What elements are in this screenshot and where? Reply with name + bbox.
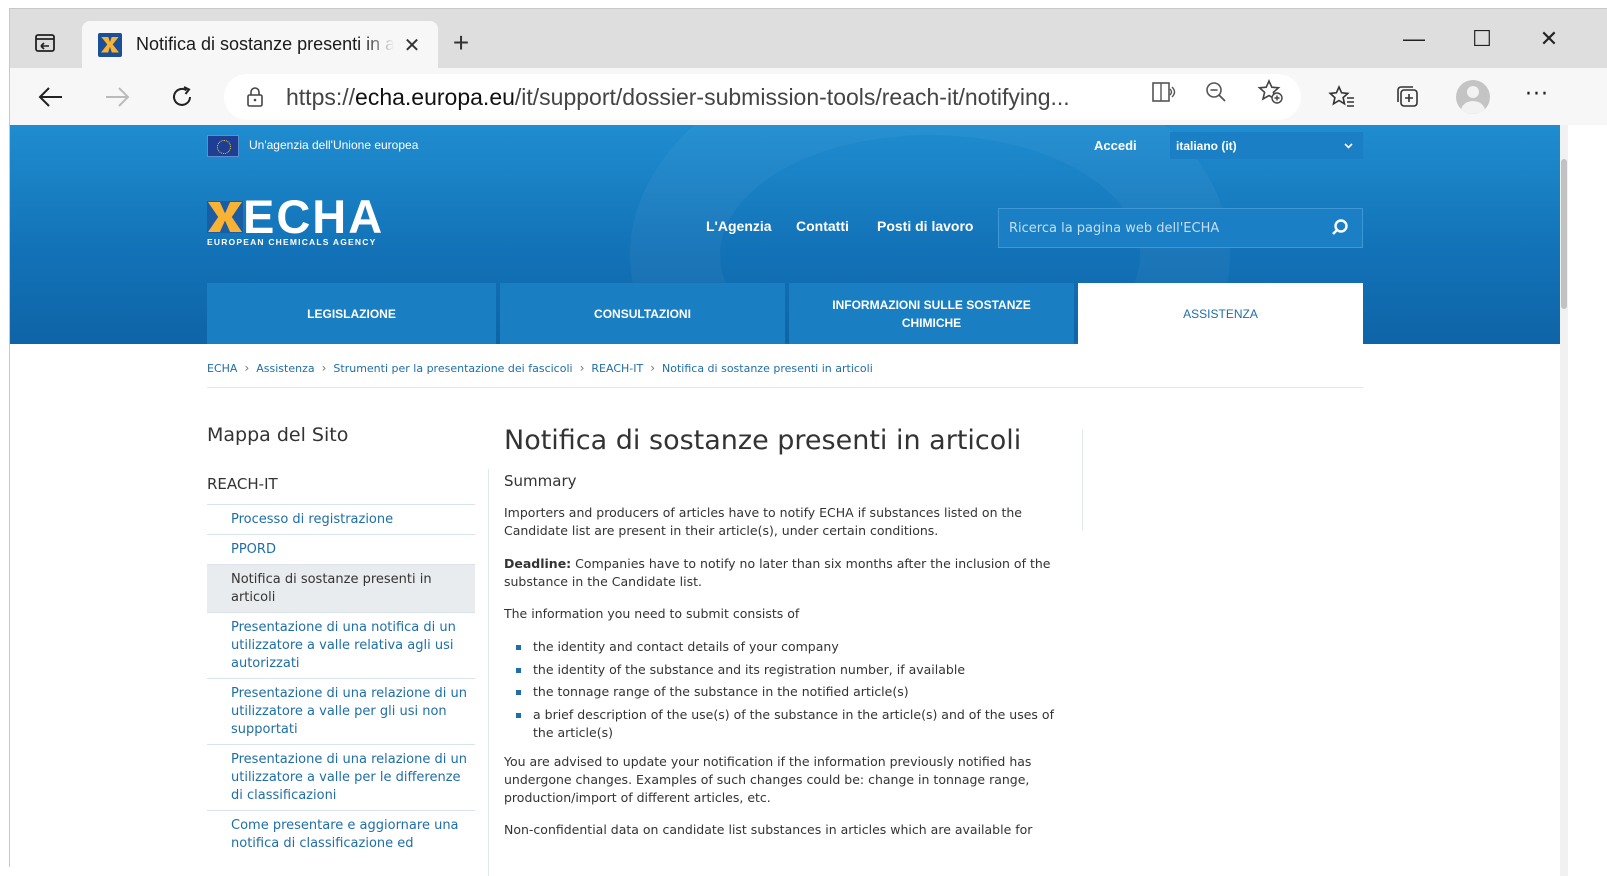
sidebar-section-title[interactable]: REACH-IT xyxy=(207,475,278,493)
zoom-out-icon[interactable] xyxy=(1202,78,1230,106)
search-icon[interactable] xyxy=(1330,218,1350,238)
divider xyxy=(207,387,1363,388)
sidebar-item-registration[interactable]: Processo di registrazione xyxy=(207,504,475,534)
sidebar-item-pp-ord[interactable]: PPORD xyxy=(207,534,475,564)
close-icon[interactable]: ✕ xyxy=(400,33,424,57)
tab-bar: Notifica di sostanze presenti in articol… xyxy=(10,9,1607,68)
deadline-paragraph: Deadline: Companies have to notify no la… xyxy=(504,555,1074,591)
sidebar-title: Mappa del Sito xyxy=(207,424,349,446)
back-arrow-icon[interactable] xyxy=(34,80,68,114)
sidebar-item-substances-in-articles[interactable]: Notifica di sostanze presenti in articol… xyxy=(207,564,475,612)
main-content: Notifica di sostanze presenti in articol… xyxy=(504,424,1074,839)
echa-favicon-icon xyxy=(98,32,122,57)
divider xyxy=(1082,430,1083,530)
language-select[interactable]: italiano (it) xyxy=(1170,132,1363,159)
nav-link-contacts[interactable]: Contatti xyxy=(796,218,849,234)
page-title: Notifica di sostanze presenti in articol… xyxy=(504,425,1022,456)
browser-toolbar: https://echa.europa.eu/it/support/dossie… xyxy=(10,68,1607,125)
more-icon[interactable]: ··· xyxy=(1525,82,1549,107)
login-link[interactable]: Accedi xyxy=(1094,138,1137,153)
list-item: a brief description of the use(s) of the… xyxy=(516,706,1074,742)
language-value: italiano (it) xyxy=(1176,138,1237,153)
favorites-icon[interactable] xyxy=(1326,81,1358,113)
summary-heading: Summary xyxy=(504,472,577,490)
deadline-text: Companies have to notify no later than s… xyxy=(504,556,1051,589)
non-confidential-paragraph: Non-confidential data on candidate list … xyxy=(504,821,1033,837)
sidebar-item-cl-notification[interactable]: Come presentare e aggiornare una notific… xyxy=(207,810,475,858)
minimize-icon[interactable]: — xyxy=(1392,23,1436,55)
site-search-input[interactable]: Ricerca la pagina web dell'ECHA xyxy=(998,208,1363,248)
divider xyxy=(488,469,489,876)
logo-subtitle: EUROPEAN CHEMICALS AGENCY xyxy=(207,237,377,247)
sidebar-list: Processo di registrazione PPORD Notifica… xyxy=(207,504,475,858)
tab-legislation[interactable]: LEGISLAZIONE xyxy=(207,283,496,344)
echa-logo-mark-icon xyxy=(207,201,243,233)
add-favorite-icon[interactable] xyxy=(1257,78,1285,106)
eu-flag-icon xyxy=(207,135,239,157)
breadcrumb-item[interactable]: REACH-IT xyxy=(591,362,643,375)
breadcrumb-item[interactable]: ECHA xyxy=(207,362,237,375)
deadline-label: Deadline: xyxy=(504,556,572,571)
sidebar-item-du-authorised-uses[interactable]: Presentazione di una notifica di un util… xyxy=(207,612,475,678)
list-item: the identity of the substance and its re… xyxy=(516,661,1074,679)
echa-logo[interactable]: ECHA EUROPEAN CHEMICALS AGENCY xyxy=(207,193,403,249)
eu-agency-text[interactable]: Un'agenzia dell'Unione europea xyxy=(249,138,418,152)
tab-support[interactable]: ASSISTENZA xyxy=(1078,283,1363,344)
collections-icon[interactable] xyxy=(1392,81,1424,113)
sidebar-item-du-unsupported-uses[interactable]: Presentazione di una relazione di un uti… xyxy=(207,678,475,744)
list-item: the identity and contact details of your… xyxy=(516,638,1074,656)
nav-link-agency[interactable]: L'Agenzia xyxy=(706,218,772,234)
reader-view-icon[interactable] xyxy=(1150,78,1178,106)
breadcrumb-item[interactable]: Strumenti per la presentazione dei fasci… xyxy=(333,362,572,375)
scrollbar-thumb[interactable] xyxy=(1561,159,1567,309)
maximize-icon[interactable]: ☐ xyxy=(1460,23,1504,55)
address-bar[interactable]: https://echa.europa.eu/it/support/dossie… xyxy=(224,74,1301,120)
refresh-icon[interactable] xyxy=(165,80,199,114)
update-paragraph: You are advised to update your notificat… xyxy=(504,753,1032,805)
lock-icon[interactable] xyxy=(246,87,264,107)
breadcrumb-current[interactable]: Notifica di sostanze presenti in articol… xyxy=(662,362,873,375)
tab-consultations[interactable]: CONSULTAZIONI xyxy=(500,283,785,344)
site-header: Un'agenzia dell'Unione europea Accedi it… xyxy=(10,125,1560,344)
url-text[interactable]: https://echa.europa.eu/it/support/dossie… xyxy=(286,84,1118,111)
logo-word: ECHA xyxy=(243,190,385,243)
search-placeholder: Ricerca la pagina web dell'ECHA xyxy=(1009,220,1220,236)
list-item: the tonnage range of the substance in th… xyxy=(516,683,1074,701)
intro-paragraph: Importers and producers of articles have… xyxy=(504,505,1022,538)
breadcrumb: ECHA › Assistenza › Strumenti per la prese… xyxy=(207,361,873,375)
breadcrumb-item[interactable]: Assistenza xyxy=(256,362,314,375)
sidebar-item-du-classification-differences[interactable]: Presentazione di una relazione di un uti… xyxy=(207,744,475,810)
chevron-down-icon xyxy=(1344,142,1353,149)
profile-icon[interactable] xyxy=(1456,80,1490,114)
nav-link-jobs[interactable]: Posti di lavoro xyxy=(877,218,973,234)
tab-chemicals-info[interactable]: INFORMAZIONI SULLE SOSTANZE CHIMICHE xyxy=(789,283,1074,344)
info-list: the identity and contact details of your… xyxy=(516,638,1074,742)
browser-window: Notifica di sostanze presenti in articol… xyxy=(9,8,1607,876)
browser-tab[interactable]: Notifica di sostanze presenti in articol… xyxy=(82,21,438,68)
tab-actions-icon[interactable] xyxy=(32,30,58,56)
window-close-icon[interactable]: ✕ xyxy=(1527,23,1571,55)
plus-icon[interactable]: + xyxy=(446,29,476,57)
info-intro: The information you need to submit consi… xyxy=(504,606,800,621)
tab-title: Notifica di sostanze presenti in articol… xyxy=(136,34,394,54)
forward-arrow-icon[interactable] xyxy=(100,80,134,114)
